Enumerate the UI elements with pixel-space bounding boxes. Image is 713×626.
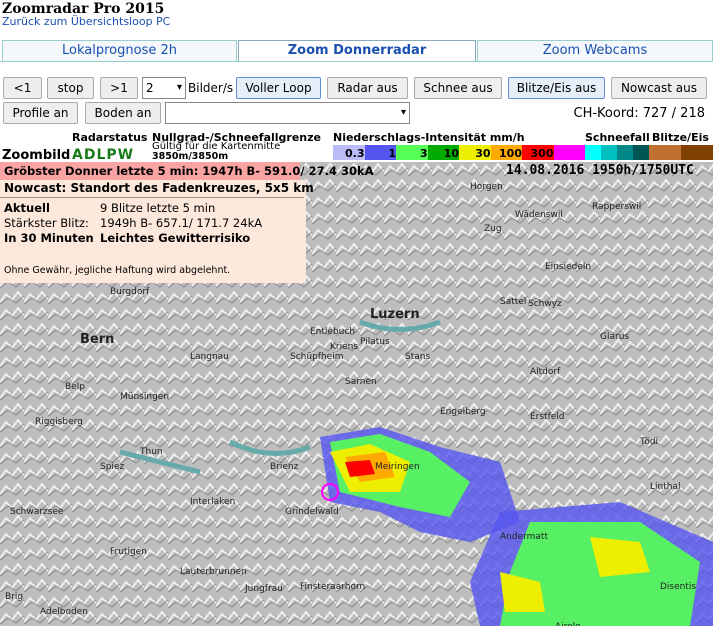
lightning-swatch — [649, 145, 681, 160]
place-label: Finsteraarhorn — [300, 582, 366, 592]
place-label: Münsingen — [120, 392, 170, 402]
lightning-toggle-button[interactable]: Blitze/Eis aus — [508, 77, 605, 99]
place-label: Stans — [405, 352, 431, 362]
ch-coordinates: CH-Koord: 727 / 218 — [573, 106, 705, 121]
tab-zoom-webcams[interactable]: Zoom Webcams — [477, 40, 713, 61]
precip-swatch: 100 — [490, 145, 522, 160]
precip-swatch: 30 — [459, 145, 491, 160]
place-label: Adelboden — [40, 607, 88, 617]
place-label: Disentis — [660, 582, 697, 592]
ground-button[interactable]: Boden an — [85, 102, 161, 124]
snow-label: Schneefall — [585, 131, 650, 144]
disclaimer: Ohne Gewähr, jegliche Haftung wird abgel… — [4, 265, 231, 276]
place-label: Brienz — [270, 462, 299, 472]
place-label: Interlaken — [190, 497, 236, 507]
place-label: Zug — [484, 224, 502, 234]
lightning-label: Blitze/Eis — [652, 131, 709, 144]
profile-button[interactable]: Profile an — [3, 102, 78, 124]
place-label: Wädenswil — [515, 210, 563, 220]
chevron-down-icon: ▾ — [400, 107, 406, 118]
strongest-thunder-bar: Gröbster Donner letzte 5 min: 1947h B- 5… — [0, 162, 374, 180]
place-label: Schüpfheim — [290, 352, 344, 362]
speed-unit-label: Bilder/s — [188, 81, 234, 95]
precip-swatch: 1 — [364, 145, 396, 160]
precip-label: Niederschlags-Intensität mm/h — [333, 131, 525, 144]
place-label: Frutigen — [110, 547, 147, 557]
place-label: Horgen — [470, 182, 503, 192]
speed-select[interactable]: 2 ▾ — [142, 77, 186, 99]
lightning-swatch — [681, 145, 713, 160]
back-link[interactable]: Zurück zum Übersichtsloop PC — [2, 15, 170, 28]
place-label: Lauterbrunnen — [180, 567, 247, 577]
place-label: Spiez — [100, 462, 125, 472]
place-label: Bern — [80, 332, 115, 347]
snow-swatch — [617, 145, 633, 160]
place-label: Jungfrau — [245, 584, 283, 594]
place-label: Belp — [65, 382, 85, 392]
in30-value: Leichtes Gewitterrisiko — [100, 231, 251, 245]
snow-swatch — [585, 145, 601, 160]
prev-frame-button[interactable]: <1 — [3, 77, 42, 99]
precip-swatch: 300 — [522, 145, 554, 160]
speed-value: 2 — [146, 81, 154, 95]
place-label: Linthal — [650, 482, 681, 492]
place-label: Andermatt — [500, 532, 548, 542]
timestamp: 14.08.2016 1950h/1750UTC — [506, 163, 694, 178]
place-label: Erstfeld — [530, 412, 565, 422]
place-label: Glarus — [600, 332, 630, 342]
place-label: Einsiedeln — [545, 262, 592, 272]
strongest-lightning-label: Stärkster Blitz: — [4, 216, 89, 230]
tab-lokalprognose[interactable]: Lokalprognose 2h — [2, 40, 237, 61]
place-label: Sarnen — [345, 377, 377, 387]
aktuell-value: 9 Blitze letzte 5 min — [100, 201, 216, 215]
place-label: Burgdorf — [110, 287, 150, 297]
place-label: Brig — [5, 592, 24, 602]
place-label: Entlebuch — [310, 327, 356, 337]
place-label: Thun — [140, 447, 163, 457]
nowcast-title: Nowcast: Standort des Fadenkreuzes, 5x5 … — [4, 181, 314, 195]
place-label: Pilatus — [360, 337, 390, 347]
snow-toggle-button[interactable]: Schnee aus — [414, 77, 502, 99]
full-loop-button[interactable]: Voller Loop — [236, 77, 321, 99]
precip-swatch: 3 — [396, 145, 428, 160]
location-select[interactable]: ▾ — [165, 102, 410, 124]
place-label: Sattel — [500, 297, 527, 307]
place-label: Grindelwald — [285, 507, 339, 517]
place-label: Langnau — [190, 352, 229, 362]
in30-label: In 30 Minuten — [4, 231, 94, 245]
place-label: Schwarzsee — [10, 507, 64, 517]
freezing-level-value: 3850m/3850m — [152, 151, 229, 162]
nowcast-panel: Nowcast: Standort des Fadenkreuzes, 5x5 … — [0, 180, 314, 283]
tab-zoom-donnerradar[interactable]: Zoom Donnerradar — [238, 40, 476, 61]
place-label: Luzern — [370, 307, 420, 322]
next-frame-button[interactable]: >1 — [100, 77, 138, 99]
nowcast-toggle-button[interactable]: Nowcast aus — [611, 77, 707, 99]
place-label: Engelberg — [440, 407, 486, 417]
place-label: Rapperswil — [592, 202, 642, 212]
place-label: Tödi — [640, 437, 659, 447]
place-label: Airolo — [555, 622, 581, 626]
zoombild-label: Zoombild — [2, 148, 71, 163]
strongest-lightning-value: 1949h B- 657.1/ 171.7 24kA — [100, 216, 263, 230]
aktuell-label: Aktuell — [4, 201, 50, 215]
stop-button[interactable]: stop — [47, 77, 94, 99]
place-label: Schwyz — [528, 299, 562, 309]
place-label: Altdorf — [530, 367, 561, 377]
radar-toggle-button[interactable]: Radar aus — [327, 77, 408, 99]
radarstatus-value: ADLPW — [72, 147, 135, 163]
snow-swatch — [601, 145, 617, 160]
chevron-down-icon: ▾ — [176, 82, 182, 93]
place-label: Riggisberg — [35, 417, 83, 427]
precip-swatch — [553, 145, 585, 160]
place-label: Kriens — [330, 342, 359, 352]
precip-swatch: 0.3 — [333, 145, 365, 160]
radarstatus-label: Radarstatus — [72, 131, 148, 144]
snow-swatch — [633, 145, 649, 160]
precip-swatch: 10 — [427, 145, 459, 160]
place-label: Meiringen — [375, 462, 420, 472]
